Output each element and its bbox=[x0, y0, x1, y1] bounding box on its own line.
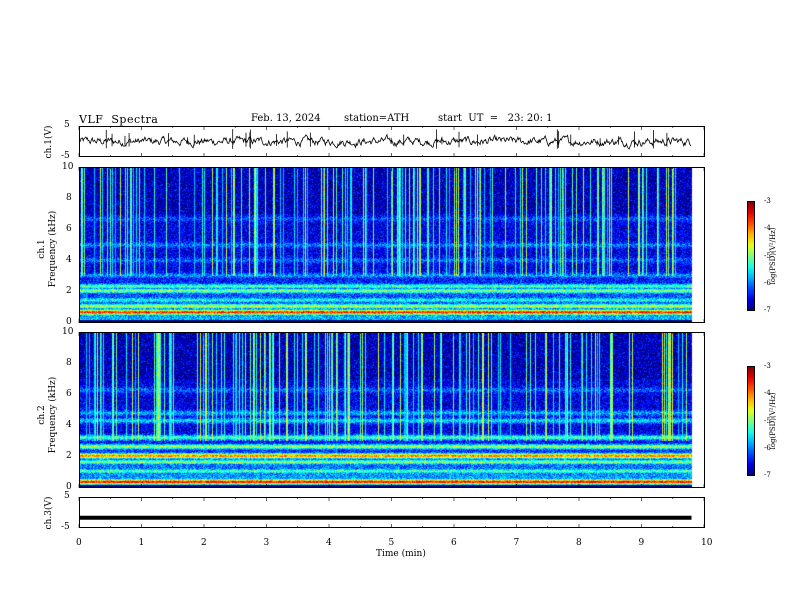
axes-overlay bbox=[78, 126, 705, 528]
ch1-waveform-trace bbox=[78, 133, 692, 150]
